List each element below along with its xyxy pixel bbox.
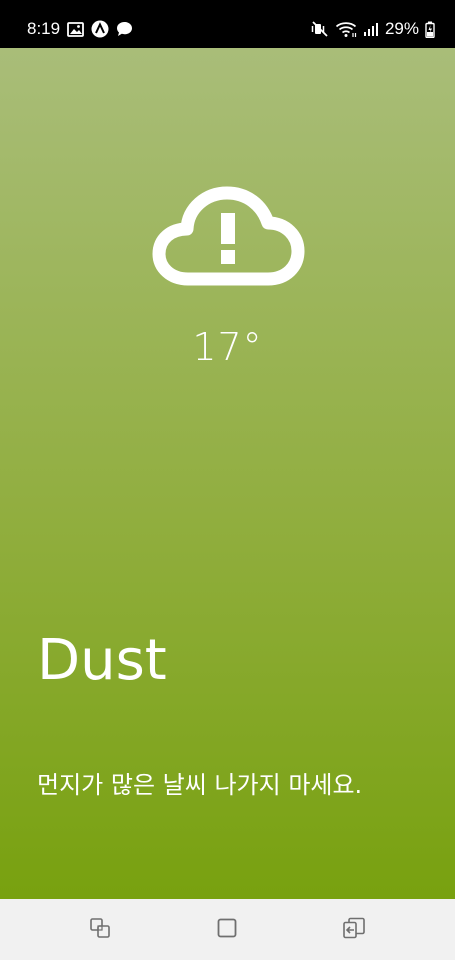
- app-a-icon: [91, 20, 109, 38]
- weather-screen: 17° Dust 먼지가 많은 날씨 나가지 마세요.: [0, 48, 455, 899]
- battery-icon: [425, 21, 435, 38]
- wifi-icon: [335, 21, 357, 38]
- back-icon: [342, 917, 366, 943]
- signal-icon: [363, 22, 379, 37]
- navigation-bar: [0, 899, 455, 960]
- cloud-alert-icon: [150, 183, 305, 292]
- chat-icon: [116, 21, 133, 37]
- home-icon: [217, 918, 237, 942]
- mute-vibrate-icon: [311, 21, 329, 37]
- home-button[interactable]: [177, 899, 277, 960]
- battery-percent: 29%: [384, 19, 419, 38]
- condition-title: Dust: [37, 628, 167, 693]
- status-bar: 8:19 29%: [0, 0, 455, 48]
- condition-message: 먼지가 많은 날씨 나가지 마세요.: [37, 771, 363, 799]
- recent-apps-icon: [89, 917, 111, 943]
- recent-apps-button[interactable]: [50, 899, 150, 960]
- image-icon: [67, 21, 84, 37]
- temperature: 17°: [192, 325, 263, 369]
- status-time: 8:19: [27, 19, 61, 38]
- phone-screen: 8:19 29% 17° Dust 먼지가 많은 날씨 나가지 마세요.: [0, 0, 455, 960]
- back-button[interactable]: [304, 899, 404, 960]
